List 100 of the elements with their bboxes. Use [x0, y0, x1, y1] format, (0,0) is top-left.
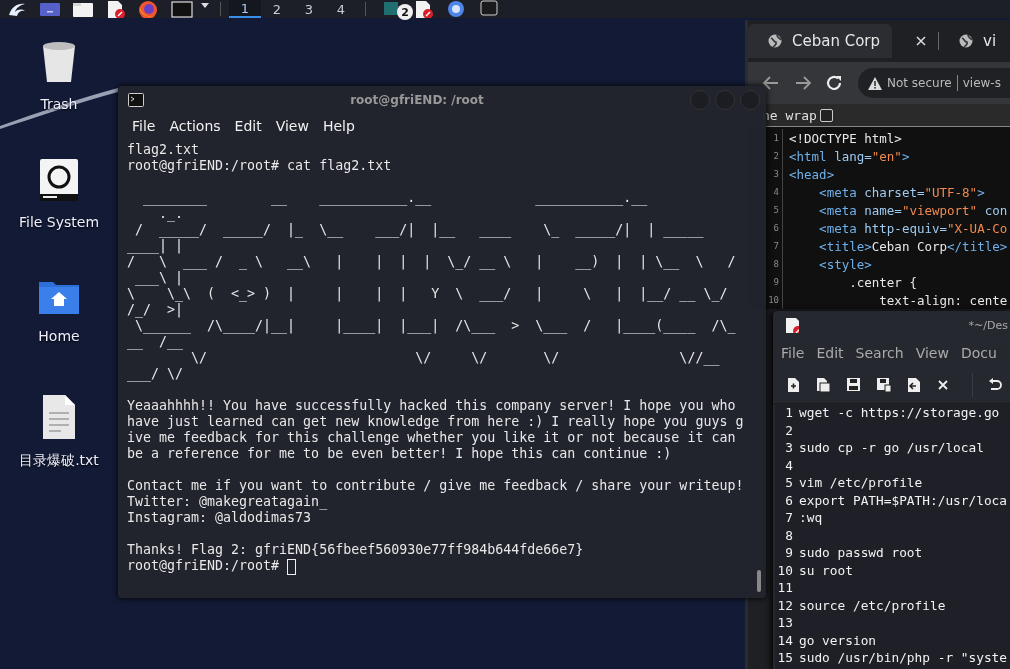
code-line: text-align: cente: [878, 292, 1008, 308]
count-badge: 2: [397, 4, 413, 20]
code-line: <meta http-equiv="X-UA-Co: [818, 220, 1008, 236]
code-line: sudo cp -r go /usr/local: [799, 439, 984, 457]
code-line: go version: [799, 631, 877, 649]
line-number: 2: [784, 421, 793, 439]
forward-icon[interactable]: [794, 75, 812, 91]
browser-icon[interactable]: [137, 0, 160, 18]
code-line: export PATH=$PATH:/usr/loca: [799, 491, 1008, 509]
terminal-line: ___/ \/: [127, 366, 184, 382]
icon-label[interactable]: 目录爆破.txt: [19, 452, 99, 470]
terminal-line: Contact me if you want to contribute / give me feedback / share your writeup!: [127, 478, 744, 494]
menu-item[interactable]: Edit: [816, 345, 844, 361]
globe-icon: [768, 34, 782, 48]
code-line: vim /etc/profile: [799, 474, 923, 492]
terminal-line: Twitter: @makegreatagain_: [127, 494, 328, 510]
code-line: .center {: [848, 274, 917, 290]
terminal-line: __ /__: [127, 334, 184, 350]
code-line: <meta name="viewport" con: [818, 202, 1008, 218]
url-text: view-s: [962, 76, 1001, 90]
terminal-line: root@gfriEND:/root# cat flag2.txt: [127, 158, 392, 174]
code-line: :wq: [799, 509, 823, 527]
terminal-line: have just learned can get new knowledge from here :) I really hope you guys g: [127, 414, 744, 430]
line-wrap-label: ne wrap: [762, 107, 817, 123]
line-number: 8: [784, 526, 793, 544]
terminal-line: ___\ |: [134, 270, 184, 286]
line-number: 1: [784, 404, 793, 422]
menu-item[interactable]: View: [275, 118, 309, 134]
line-number: 13: [776, 614, 793, 632]
window-icon[interactable]: [383, 0, 398, 18]
desktop-icon[interactable]: [38, 0, 61, 18]
code-line: su root: [799, 561, 853, 579]
menu-item[interactable]: Help: [322, 118, 355, 134]
code-line: <!DOCTYPE html>: [788, 130, 902, 146]
terminal-icon[interactable]: [478, 0, 501, 18]
reload-icon[interactable]: [826, 75, 844, 91]
terminal-line: /_/ >|: [127, 302, 184, 318]
terminal-line: Thanks! Flag 2: gfriEND{56fbeef560930e77ff984b644fde66e7}: [127, 542, 584, 558]
file-arrow-icon[interactable]: [906, 377, 922, 393]
code-line: wget -c https://storage.go: [799, 404, 1000, 422]
line-number: 7: [784, 509, 793, 527]
code-line: <style>: [818, 256, 872, 272]
floppy-icon[interactable]: [846, 377, 862, 393]
security-label: Not secure: [887, 76, 952, 90]
line-number: 9: [784, 544, 793, 562]
new-file-icon[interactable]: [786, 377, 802, 393]
line-number: 3: [784, 439, 793, 457]
floppy-icon[interactable]: [876, 377, 892, 393]
code-line: <html lang="en">: [788, 148, 910, 164]
browser-tab[interactable]: vi: [939, 24, 1009, 58]
browser-tab[interactable]: Ceban Corp: [748, 24, 893, 58]
terminal-line: \ \_\ ( <_> ) | | | | Y \ ___/ | \ | |__/ __ \_/: [127, 286, 728, 302]
icon-label[interactable]: File System: [18, 214, 100, 230]
code-line: <title>Ceban Corp</title>: [818, 238, 1008, 254]
menu-item[interactable]: View: [915, 345, 949, 361]
line-number: 6: [784, 491, 793, 509]
scrollbar-thumb[interactable]: [757, 570, 761, 592]
terminal-line: ________ __ ___________.__ ___________.__: [142, 190, 648, 206]
terminal-line: flag2.txt: [127, 142, 200, 158]
icon-label[interactable]: Home: [38, 328, 80, 344]
line-number: 11: [776, 579, 793, 597]
line-number: 10: [776, 561, 793, 579]
line-number: 4: [784, 456, 793, 474]
checkbox[interactable]: [819, 108, 833, 122]
menu-item[interactable]: Actions: [169, 118, 221, 134]
window-title: root@gfriEND: /root: [349, 92, 485, 107]
close-icon[interactable]: [916, 36, 927, 46]
terminal-line: \/ \/ \/ \/ \//__: [190, 350, 720, 366]
warning-icon: [868, 76, 882, 90]
workspace-tab[interactable]: 3: [293, 0, 325, 18]
menu-item[interactable]: File: [781, 345, 805, 361]
terminal-line: Instagram: @aldodimas73: [127, 510, 312, 526]
terminal-line: be a reference for me to be even better! I hope this can continue :): [127, 446, 672, 462]
terminal-icon: [128, 92, 144, 107]
text-editor-icon: [783, 317, 799, 333]
address-bar[interactable]: Not secure view-s: [858, 68, 1010, 98]
code-line: <head>: [788, 166, 835, 182]
terminal-line: root@gfriEND:/root#: [127, 558, 281, 574]
back-icon[interactable]: [762, 75, 780, 91]
code-line: sudo /usr/bin/php -r "syste: [799, 649, 1008, 667]
code-line: sudo passwd root: [799, 544, 923, 562]
folder-icon[interactable]: [71, 0, 94, 18]
workspace-tab[interactable]: 4: [325, 0, 357, 18]
line-number: 14: [776, 631, 793, 649]
menu-item[interactable]: Search: [855, 345, 904, 361]
menu-item[interactable]: Edit: [234, 118, 262, 134]
menu-item[interactable]: Docu: [960, 345, 997, 361]
workspace-tab[interactable]: 1: [229, 0, 261, 18]
line-number: 5: [784, 474, 793, 492]
line-number: 15: [776, 649, 793, 667]
copy-icon[interactable]: [816, 377, 832, 393]
terminal-icon[interactable]: [170, 0, 193, 18]
globe-icon: [959, 34, 974, 48]
undo-icon[interactable]: [987, 377, 1003, 393]
terminal-line: ____| |: [127, 238, 184, 254]
terminal-line: / _____/ _____/ |_ \__ ___/| |__ ____ \_ _____/| | _____: [134, 222, 704, 238]
line-number: 12: [776, 596, 793, 614]
workspace-tab[interactable]: 2: [261, 0, 293, 18]
menu-item[interactable]: File: [132, 118, 156, 134]
drive-icon[interactable]: [37, 158, 81, 202]
